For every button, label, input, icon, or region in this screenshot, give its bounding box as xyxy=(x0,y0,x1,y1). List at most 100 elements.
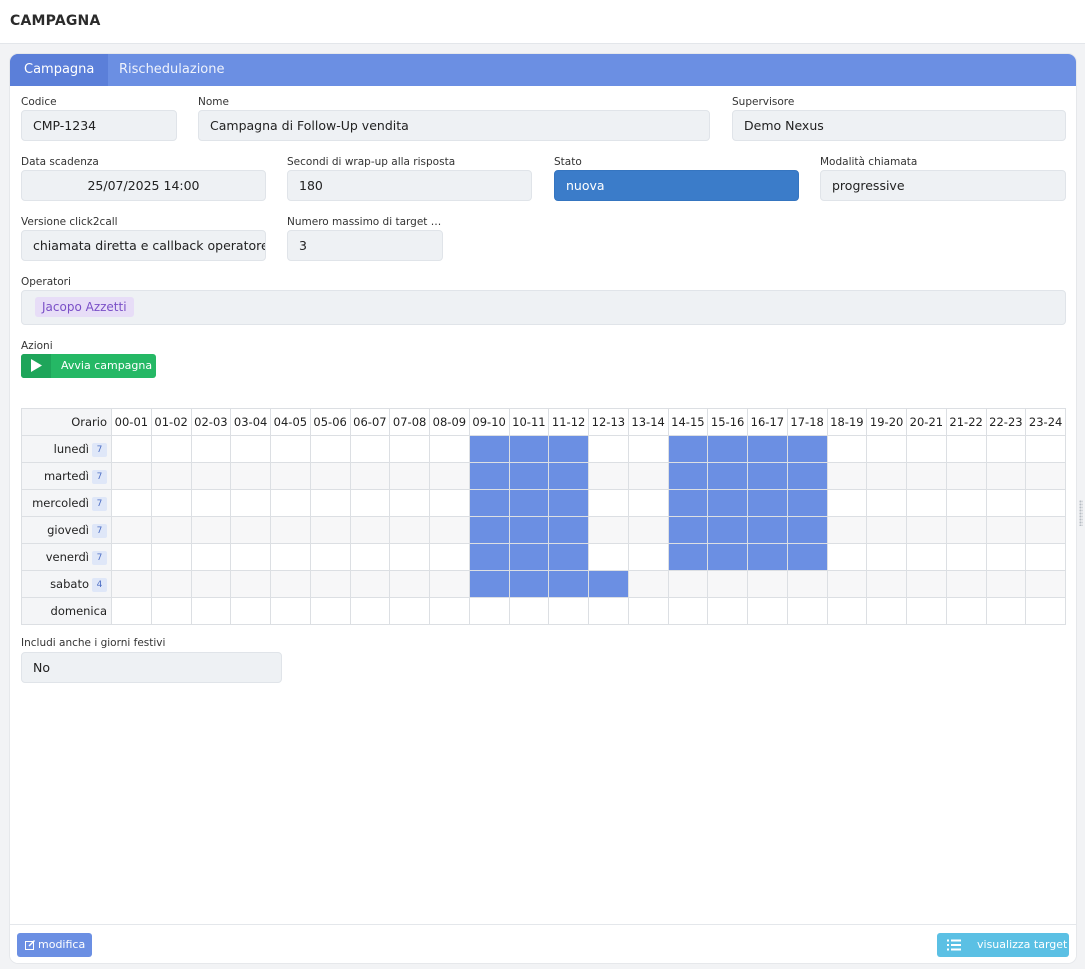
schedule-slot[interactable] xyxy=(826,516,868,544)
schedule-slot[interactable] xyxy=(945,570,987,598)
schedule-slot[interactable] xyxy=(786,543,828,571)
schedule-slot[interactable] xyxy=(707,462,748,490)
max-target-field[interactable]: 3 xyxy=(287,230,443,261)
schedule-slot[interactable] xyxy=(985,516,1027,544)
wrapup-field[interactable]: 180 xyxy=(287,170,532,201)
schedule-slot[interactable] xyxy=(1025,570,1066,598)
hour-header[interactable]: 04-05 xyxy=(270,408,311,436)
schedule-slot[interactable] xyxy=(190,435,232,463)
schedule-slot[interactable] xyxy=(150,570,192,598)
schedule-slot[interactable] xyxy=(945,435,987,463)
hour-header[interactable]: 01-02 xyxy=(150,408,192,436)
schedule-slot[interactable] xyxy=(627,597,669,625)
schedule-slot[interactable] xyxy=(906,462,947,490)
schedule-slot[interactable] xyxy=(826,435,868,463)
schedule-slot[interactable] xyxy=(190,462,232,490)
schedule-slot[interactable] xyxy=(667,462,709,490)
schedule-slot[interactable] xyxy=(866,543,907,571)
schedule-slot[interactable] xyxy=(667,570,709,598)
hour-header[interactable]: 22-23 xyxy=(985,408,1027,436)
hour-header[interactable]: 00-01 xyxy=(111,408,152,436)
schedule-slot[interactable] xyxy=(190,489,232,517)
schedule-slot[interactable] xyxy=(270,570,311,598)
schedule-slot[interactable] xyxy=(111,516,152,544)
schedule-slot[interactable] xyxy=(985,597,1027,625)
schedule-slot[interactable] xyxy=(309,489,351,517)
schedule-slot[interactable] xyxy=(230,597,271,625)
hour-header[interactable]: 15-16 xyxy=(707,408,748,436)
schedule-slot[interactable] xyxy=(389,489,430,517)
schedule-slot[interactable] xyxy=(111,462,152,490)
schedule-slot[interactable] xyxy=(111,435,152,463)
schedule-slot[interactable] xyxy=(985,570,1027,598)
schedule-slot[interactable] xyxy=(906,489,947,517)
supervisore-field[interactable]: Demo Nexus xyxy=(732,110,1066,141)
schedule-slot[interactable] xyxy=(747,597,788,625)
schedule-slot[interactable] xyxy=(906,435,947,463)
schedule-slot[interactable] xyxy=(230,543,271,571)
schedule-slot[interactable] xyxy=(747,462,788,490)
schedule-slot[interactable] xyxy=(150,435,192,463)
schedule-slot[interactable] xyxy=(230,516,271,544)
modalita-field[interactable]: progressive xyxy=(820,170,1066,201)
avvia-campagna-button[interactable]: Avvia campagna xyxy=(21,354,156,378)
schedule-slot[interactable] xyxy=(826,543,868,571)
schedule-slot[interactable] xyxy=(429,543,470,571)
schedule-slot[interactable] xyxy=(906,543,947,571)
schedule-slot[interactable] xyxy=(230,489,271,517)
resize-grip-icon[interactable] xyxy=(1079,500,1083,526)
schedule-slot[interactable] xyxy=(747,489,788,517)
schedule-slot[interactable] xyxy=(309,462,351,490)
schedule-slot[interactable] xyxy=(429,597,470,625)
visualizza-target-button[interactable]: visualizza target xyxy=(937,933,1069,957)
schedule-slot[interactable] xyxy=(627,570,669,598)
schedule-slot[interactable] xyxy=(985,435,1027,463)
hour-header[interactable]: 18-19 xyxy=(826,408,868,436)
schedule-slot[interactable] xyxy=(1025,516,1066,544)
schedule-slot[interactable] xyxy=(230,570,271,598)
hour-header[interactable]: 10-11 xyxy=(508,408,550,436)
schedule-slot[interactable] xyxy=(627,516,669,544)
schedule-slot[interactable] xyxy=(906,570,947,598)
schedule-slot[interactable] xyxy=(190,516,232,544)
schedule-slot[interactable] xyxy=(270,516,311,544)
schedule-slot[interactable] xyxy=(349,570,391,598)
day-header[interactable]: giovedì 7 xyxy=(21,516,112,544)
schedule-slot[interactable] xyxy=(667,597,709,625)
schedule-slot[interactable] xyxy=(309,435,351,463)
schedule-slot[interactable] xyxy=(945,516,987,544)
tab-rischedulazione[interactable]: Rischedulazione xyxy=(105,54,239,86)
schedule-slot[interactable] xyxy=(508,570,550,598)
schedule-slot[interactable] xyxy=(906,597,947,625)
schedule-slot[interactable] xyxy=(786,516,828,544)
schedule-slot[interactable] xyxy=(588,597,629,625)
schedule-slot[interactable] xyxy=(985,543,1027,571)
schedule-slot[interactable] xyxy=(548,435,589,463)
schedule-slot[interactable] xyxy=(707,570,748,598)
schedule-slot[interactable] xyxy=(349,597,391,625)
schedule-slot[interactable] xyxy=(747,570,788,598)
hour-header[interactable]: 07-08 xyxy=(389,408,430,436)
schedule-slot[interactable] xyxy=(230,435,271,463)
schedule-slot[interactable] xyxy=(627,435,669,463)
schedule-slot[interactable] xyxy=(389,597,430,625)
schedule-slot[interactable] xyxy=(985,489,1027,517)
schedule-slot[interactable] xyxy=(150,597,192,625)
schedule-slot[interactable] xyxy=(309,597,351,625)
schedule-slot[interactable] xyxy=(707,543,748,571)
schedule-slot[interactable] xyxy=(389,570,430,598)
schedule-slot[interactable] xyxy=(667,435,709,463)
schedule-slot[interactable] xyxy=(309,516,351,544)
schedule-slot[interactable] xyxy=(1025,462,1066,490)
data-scadenza-field[interactable]: 25/07/2025 14:00 xyxy=(21,170,266,201)
schedule-slot[interactable] xyxy=(786,462,828,490)
schedule-slot[interactable] xyxy=(548,462,589,490)
schedule-slot[interactable] xyxy=(707,597,748,625)
hour-header[interactable]: 05-06 xyxy=(309,408,351,436)
hour-header[interactable]: 06-07 xyxy=(349,408,391,436)
schedule-slot[interactable] xyxy=(667,543,709,571)
schedule-slot[interactable] xyxy=(826,597,868,625)
schedule-slot[interactable] xyxy=(389,435,430,463)
schedule-slot[interactable] xyxy=(588,489,629,517)
schedule-slot[interactable] xyxy=(270,435,311,463)
